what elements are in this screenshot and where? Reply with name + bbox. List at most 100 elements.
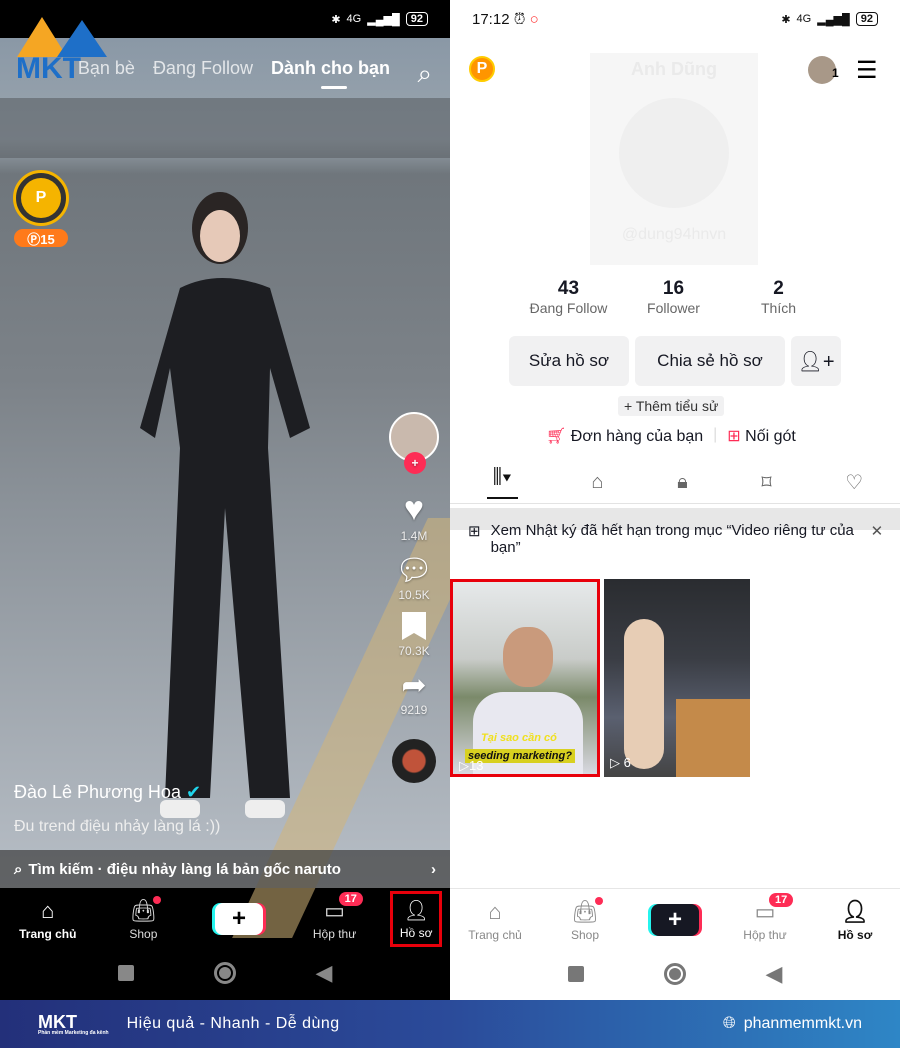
notice-text: Xem Nhật ký đã hết hạn trong mục “Video … [490,522,854,556]
home-icon: ⌂ [41,897,55,923]
left-phone-screen: ✱ 4G ▂▄▆█ 92 Bạn bè Đang Follow Dành cho bạ… [0,0,450,1000]
nav-home[interactable]: ⌂ Trang chủ [455,899,535,942]
profile-icon: 👤︎ [403,900,429,922]
menu-icon[interactable]: ☰ [856,56,878,85]
video-caption: Đu trend điệu nhảy làng lá :)) [14,818,221,835]
search-icon[interactable]: ⌕ [417,58,432,90]
profile-avatar[interactable] [619,98,729,208]
tab-following[interactable]: Đang Follow [153,58,253,79]
clock: 17:12 [472,10,510,28]
orders-link[interactable]: 🛒︎ Đơn hàng của bạn [546,426,703,446]
stat-followers[interactable]: 16 Follower [621,278,726,318]
network-label: 4G [796,13,812,25]
close-icon[interactable]: ✕ [871,522,884,556]
coin-icon[interactable]: P [469,56,495,82]
tab-saved-icon[interactable]: ⌑ [761,470,771,495]
mkt-banner: MKT Phần mềm Marketing đa kênh Hiệu quả -… [0,1000,900,1048]
nav-create[interactable]: + [199,903,279,935]
bookmark-icon[interactable] [402,612,426,640]
bluetooth-icon: ✱ [331,13,341,26]
stat-likes[interactable]: 2 Thích [726,278,831,318]
tab-liked-hidden-icon[interactable]: ♡ [845,470,863,495]
plus-box-icon: ⊞ [727,428,741,445]
website-link[interactable]: phanmemmkt.vn [744,1015,862,1033]
camera-plus-icon: ⊞ [468,523,481,540]
cart-icon: 🛒︎ [546,428,567,445]
author-avatar[interactable]: + [389,412,439,474]
user-handle: @dung94hnvn [621,226,727,243]
add-user-icon: 👤︎+ [797,350,835,373]
nav-profile[interactable]: 👤︎ Hồ sơ [390,891,443,947]
battery-indicator: 92 [405,12,428,26]
signal-icon: ▂▄▆█ [367,13,400,26]
heart-icon[interactable]: ♥ [404,490,424,529]
coin-reward-button[interactable]: P [13,170,69,226]
battery-indicator: 92 [855,12,878,26]
video-player[interactable] [0,38,450,938]
profile-stats: 43 Đang Follow 16 Follower 2 Thích [516,278,831,318]
plus-icon: + [651,904,699,936]
recent-apps-button[interactable] [117,964,134,981]
network-label: 4G [346,13,362,25]
music-disc-icon[interactable] [392,739,436,783]
share-icon[interactable]: ➦ [401,668,426,703]
search-suggestion-bar[interactable]: ⌕ Tìm kiếm · điệu nhảy làng lá bản gốc n… [0,850,450,888]
bottom-nav: ⌂ Trang chủ 👜︎ Shop + 17 ▭ Hộp thư 👤︎ Hồ sơ [450,889,900,951]
search-icon: ⌕ [14,860,23,878]
video-thumbnail[interactable]: ▷ 6 [604,579,750,777]
save-count: 70.3K [398,644,430,658]
tab-for-you[interactable]: Dành cho bạn [271,58,390,89]
share-profile-button[interactable]: Chia sẻ hồ sơ [635,336,785,386]
follow-plus-icon[interactable]: + [404,452,426,474]
mkt-logo: MKT [12,12,112,94]
coin-count: 15 [40,232,55,247]
profile-header-blurred: Anh Dũng @dung94hnvn [590,53,758,265]
add-bio-button[interactable]: + Thêm tiểu sử [618,396,725,416]
nav-create[interactable]: + [635,904,715,936]
author-name[interactable]: Đào Lê Phương Hoa ✔ [14,782,201,803]
play-icon: ▷ [459,758,469,773]
stat-following[interactable]: 43 Đang Follow [516,278,621,318]
search-suggestion-text: Tìm kiếm · điệu nhảy làng lá bản gốc nar… [28,860,341,878]
globe-icon: 🌐︎ [722,1015,736,1032]
tab-shop-icon[interactable]: ⌂ [591,471,603,494]
back-button[interactable]: ◀ [316,960,333,986]
like-count: 1.4M [400,529,428,543]
add-friend-button[interactable]: 👤︎+ [791,336,841,386]
nav-profile[interactable]: 👤︎ Hồ sơ [815,899,895,942]
chevron-right-icon: › [431,860,436,878]
account-count-badge: 1 [832,66,839,80]
comment-icon[interactable]: 💬︎ [395,553,433,588]
status-bar: 17:12 ⏰︎ ○ ✱ 4G ▂▄▆█ 92 [450,0,900,38]
tab-videos-grid-icon[interactable]: ⫼▾ [486,466,518,499]
tab-private-lock-icon[interactable]: 🔒︎ [677,471,688,494]
mkt-banner-logo: MKT Phần mềm Marketing đa kênh [38,1011,109,1036]
alarm-icon: ⏰︎ [513,10,526,28]
nav-inbox[interactable]: 17 ▭ Hộp thư [725,892,805,942]
noi-got-link[interactable]: ⊞ Nối gót [727,426,796,446]
edit-profile-button[interactable]: Sửa hồ sơ [509,336,629,386]
right-phone-screen: 17:12 ⏰︎ ○ ✱ 4G ▂▄▆█ 92 P Anh Dũng @dung94h… [450,0,900,1000]
username[interactable]: Anh Dũng [590,59,758,80]
dancer-figure [140,192,310,818]
shop-links: 🛒︎ Đơn hàng của bạn | ⊞ Nối gót [546,426,796,446]
coin-icon: P [21,178,61,218]
slogan: Hiệu quả - Nhanh - Dễ dùng [126,1015,340,1032]
profile-tabs: ⫼▾ ⌂ 🔒︎ ⌑ ♡ [450,462,900,504]
plus-icon: + [214,903,263,935]
back-button[interactable]: ◀ [766,961,783,987]
home-system-button[interactable] [663,962,686,985]
nav-shop[interactable]: 👜︎ Shop [103,895,183,941]
nav-shop[interactable]: 👜︎ Shop [545,896,625,942]
expired-notice: ⊞ Xem Nhật ký đã hết hạn trong mục “Vide… [468,522,888,556]
recent-apps-button[interactable] [567,965,584,982]
record-dot-icon: ○ [529,10,539,28]
bottom-nav: ⌂ Trang chủ 👜︎ Shop + 17 ▭ Hộp thư 👤︎ Hồ sơ [0,888,450,950]
video-thumbnail[interactable]: Tại sao cần có seeding marketing? ▷13 [450,579,600,777]
home-system-button[interactable] [213,961,236,984]
profile-filled-icon: 👤︎ [841,898,869,924]
nav-home[interactable]: ⌂ Trang chủ [8,898,88,941]
nav-inbox[interactable]: 17 ▭ Hộp thư [295,891,375,941]
view-count: 13 [469,758,484,773]
signal-icon: ▂▄▆█ [817,13,850,26]
